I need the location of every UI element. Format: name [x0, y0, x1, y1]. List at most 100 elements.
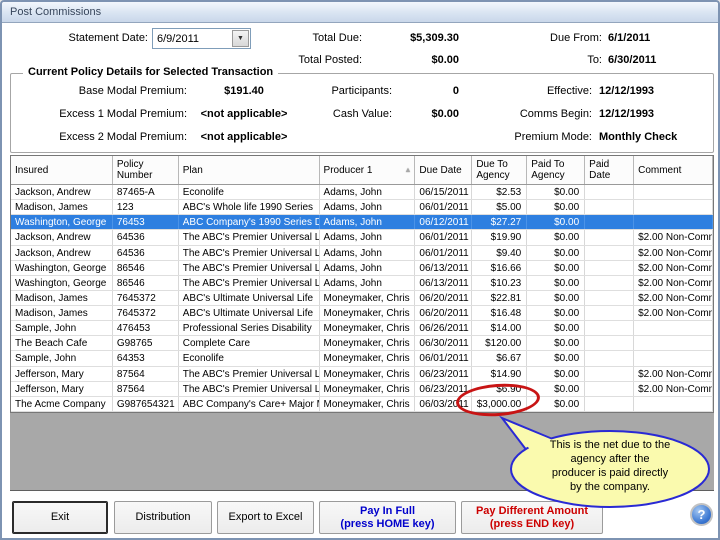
- table-row[interactable]: The Acme Company G987654321 ABC Company's …: [11, 396, 713, 412]
- cell-policy_number: 87564: [113, 366, 179, 381]
- statement-date-combobox[interactable]: 6/9/2011 ▼: [152, 28, 251, 49]
- table-row[interactable]: Sample, John 64353 Econolife Moneymaker, Ch…: [11, 351, 713, 367]
- cell-paid_date: [585, 290, 635, 305]
- cell-policy_number: G98765: [113, 336, 179, 351]
- cell-paid_to_agency: $0.00: [527, 215, 586, 230]
- table-row[interactable]: Washington, George 86546 The ABC's Premier…: [11, 260, 713, 276]
- cell-comment: $2.00 Non-Comm A: [634, 260, 713, 275]
- table-row[interactable]: Jackson, Andrew 64536 The ABC's Premier Un…: [11, 230, 713, 246]
- distribution-button[interactable]: Distribution: [114, 501, 212, 534]
- table-row[interactable]: Madison, James 7645372 ABC's Ultimate Univ…: [11, 306, 713, 322]
- cell-due_date: 06/03/2011: [415, 396, 473, 411]
- cell-due_date: 06/01/2011: [415, 245, 473, 260]
- cell-policy_number: 86546: [113, 275, 179, 290]
- column-header-comment[interactable]: Comment: [634, 156, 713, 184]
- base-modal-premium-value: $191.40: [224, 85, 264, 97]
- participants-label: Participants:: [331, 85, 392, 97]
- cell-comment: [634, 351, 713, 366]
- cell-comment: $2.00 Non-Comm A: [634, 275, 713, 290]
- cash-value-label: Cash Value:: [332, 108, 392, 120]
- cell-due_to_agency: $14.00: [472, 321, 528, 336]
- cell-plan: ABC Company's 1990 Series Disa: [179, 215, 320, 230]
- window-title: Post Commissions: [10, 6, 102, 18]
- cell-paid_date: [585, 396, 635, 411]
- cell-due_to_agency: $2.53: [472, 185, 528, 200]
- column-header-plan[interactable]: Plan: [179, 156, 320, 184]
- total-due-label: Total Due:: [312, 32, 362, 44]
- cell-insured: Madison, James: [11, 290, 113, 305]
- exit-button[interactable]: Exit: [12, 501, 108, 534]
- cell-due_date: 06/23/2011: [415, 381, 473, 396]
- cell-paid_to_agency: $0.00: [527, 290, 586, 305]
- cell-producer_1: Moneymaker, Chris: [320, 336, 416, 351]
- cell-paid_to_agency: $0.00: [527, 321, 586, 336]
- column-header-label: Plan: [182, 164, 203, 176]
- cell-paid_to_agency: $0.00: [527, 185, 586, 200]
- table-row[interactable]: Madison, James 123 ABC's Whole life 1990 S…: [11, 200, 713, 216]
- table-row[interactable]: The Beach Cafe G98765 Complete Care Moneyma…: [11, 336, 713, 352]
- column-header-insured[interactable]: Insured: [11, 156, 113, 184]
- column-header-producer_1[interactable]: Producer 1 ▲: [320, 156, 416, 184]
- cell-paid_to_agency: $0.00: [527, 336, 586, 351]
- table-row[interactable]: Washington, George 86546 The ABC's Premier…: [11, 275, 713, 291]
- cell-producer_1: Moneymaker, Chris: [320, 351, 416, 366]
- cell-due_date: 06/01/2011: [415, 200, 473, 215]
- question-mark-icon: ?: [697, 507, 706, 522]
- cell-due_date: 06/12/2011: [415, 215, 473, 230]
- total-posted-value: $0.00: [431, 54, 459, 66]
- table-row[interactable]: Jackson, Andrew 87465-A Econolife Adams, Jo…: [11, 185, 713, 201]
- table-row[interactable]: Jefferson, Mary 87564 The ABC's Premier Un…: [11, 381, 713, 397]
- cell-due_to_agency: $10.23: [472, 275, 528, 290]
- table-row[interactable]: Jefferson, Mary 87564 The ABC's Premier Un…: [11, 366, 713, 382]
- cell-plan: ABC's Ultimate Universal Life: [179, 306, 320, 321]
- cell-paid_to_agency: $0.00: [527, 351, 586, 366]
- column-header-due_to_agency[interactable]: Due To Agency: [472, 156, 528, 184]
- cell-due_to_agency: $6.67: [472, 351, 528, 366]
- export-to-excel-button[interactable]: Export to Excel: [217, 501, 314, 534]
- cell-policy_number: 7645372: [113, 290, 179, 305]
- export-to-excel-button-label: Export to Excel: [228, 511, 303, 523]
- table-row[interactable]: Washington, George 76453 ABC Company's 199…: [11, 215, 713, 231]
- column-header-label: Paid Date: [589, 159, 611, 181]
- pay-different-amount-button[interactable]: Pay Different Amount (press END key): [461, 501, 603, 534]
- commissions-table-body: Jackson, Andrew 87465-A Econolife Adams, Jo…: [11, 185, 713, 412]
- cell-insured: The Acme Company: [11, 396, 113, 411]
- cell-policy_number: G987654321: [113, 396, 179, 411]
- cell-plan: The ABC's Premier Universal Life: [179, 381, 320, 396]
- cell-plan: Econolife: [179, 185, 320, 200]
- cell-due_to_agency: $16.48: [472, 306, 528, 321]
- table-row[interactable]: Madison, James 7645372 ABC's Ultimate Univ…: [11, 290, 713, 306]
- column-header-policy_number[interactable]: Policy Number: [113, 156, 179, 184]
- column-header-label: Comment: [638, 164, 682, 176]
- cell-plan: ABC's Ultimate Universal Life: [179, 290, 320, 305]
- excess2-modal-premium-value: <not applicable>: [200, 131, 288, 143]
- column-header-label: Policy Number: [116, 159, 153, 181]
- cell-paid_date: [585, 336, 635, 351]
- cell-paid_date: [585, 260, 635, 275]
- table-row[interactable]: Jackson, Andrew 64536 The ABC's Premier Un…: [11, 245, 713, 261]
- cell-paid_date: [585, 215, 635, 230]
- cell-due_to_agency: $5.00: [472, 200, 528, 215]
- cell-due_to_agency: $120.00: [472, 336, 528, 351]
- help-button[interactable]: ?: [690, 503, 713, 526]
- commissions-table-header: Insured Policy Number Plan Producer 1 ▲ Due D…: [11, 156, 713, 185]
- cell-paid_to_agency: $0.00: [527, 381, 586, 396]
- pay-in-full-button-sublabel: (press HOME key): [340, 517, 435, 530]
- cell-policy_number: 86546: [113, 260, 179, 275]
- statement-date-label: Statement Date:: [68, 32, 149, 44]
- column-header-paid_to_agency[interactable]: Paid To Agency: [527, 156, 586, 184]
- cell-comment: $2.00 Non-Comm A: [634, 306, 713, 321]
- column-header-label: Due To Agency: [476, 159, 510, 181]
- excess2-modal-premium-label: Excess 2 Modal Premium:: [59, 131, 187, 143]
- cell-due_date: 06/01/2011: [415, 351, 473, 366]
- cell-plan: Complete Care: [179, 336, 320, 351]
- column-header-label: Paid To Agency: [531, 159, 565, 181]
- cell-paid_date: [585, 306, 635, 321]
- column-header-paid_date[interactable]: Paid Date: [585, 156, 635, 184]
- table-row[interactable]: Sample, John 476453 Professional Series Di…: [11, 321, 713, 337]
- column-header-due_date[interactable]: Due Date: [415, 156, 473, 184]
- dropdown-arrow-icon[interactable]: ▼: [232, 30, 249, 47]
- pay-in-full-button[interactable]: Pay In Full (press HOME key): [319, 501, 456, 534]
- cell-plan: ABC's Whole life 1990 Series: [179, 200, 320, 215]
- cell-insured: Washington, George: [11, 215, 113, 230]
